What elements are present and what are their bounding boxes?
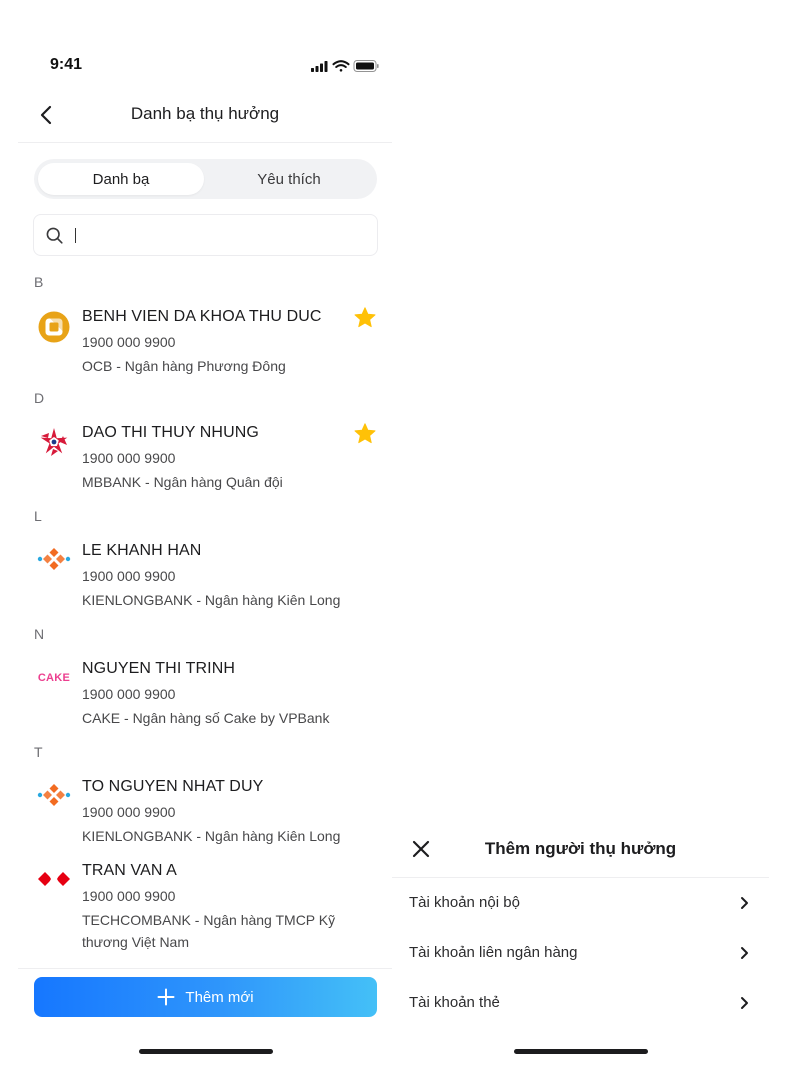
tab-contacts[interactable]: Danh bạ [38,163,204,195]
search-input[interactable] [72,221,362,249]
option-label: Tài khoản nội bộ [409,894,520,911]
section-header-b: B [34,274,44,290]
contact-item[interactable]: TRAN VAN A 1900 000 9900 TECHCOMBANK - N… [34,862,379,956]
contact-bank: TECHCOMBANK - Ngân hàng TMCP Kỹ thương V… [82,912,336,950]
home-indicator [514,1049,648,1054]
contact-bank: OCB - Ngân hàng Phương Đông [82,358,286,374]
contact-bank: KIENLONGBANK - Ngân hàng Kiên Long [82,828,341,844]
battery-icon [353,60,379,72]
contact-name: NGUYEN THI TRINH [82,660,236,677]
option-label: Tài khoản liên ngân hàng [409,944,578,961]
status-icons [311,60,379,72]
favorite-star-icon[interactable] [353,306,377,330]
option-internal-account[interactable]: Tài khoản nội bộ [392,878,769,928]
contact-item[interactable]: TO NGUYEN NHAT DUY 1900 000 9900 KIENLON… [34,778,379,848]
signal-icon [311,61,328,72]
chevron-right-icon [741,997,748,1009]
header-divider [18,142,392,143]
contact-phone: 1900 000 9900 [82,888,176,904]
option-interbank-account[interactable]: Tài khoản liên ngân hàng [392,928,769,978]
add-new-button[interactable]: Thêm mới [34,977,377,1017]
page-title: Danh bạ thụ hưởng [130,104,280,123]
contact-phone: 1900 000 9900 [82,334,176,350]
wifi-icon [332,60,350,72]
contact-phone: 1900 000 9900 [82,450,176,466]
home-indicator [139,1049,273,1054]
contact-phone: 1900 000 9900 [82,686,176,702]
techcombank-logo-icon [38,872,70,886]
tab-favorites[interactable]: Yêu thích [206,163,372,195]
option-label: Tài khoản thẻ [409,994,500,1011]
section-header-t: T [34,744,43,760]
contact-phone: 1900 000 9900 [82,568,176,584]
kienlongbank-logo-icon [37,784,71,806]
section-header-n: N [34,626,45,642]
mbbank-logo-icon [40,428,68,456]
segmented-control: Danh bạ Yêu thích [34,159,377,199]
contact-item[interactable]: CAKE NGUYEN THI TRINH 1900 000 9900 CAKE… [34,660,379,730]
add-new-label: Thêm mới [185,988,254,1006]
contact-name: LE KHANH HAN [82,542,202,559]
chevron-right-icon [741,947,748,959]
contact-name: DAO THI THUY NHUNG [82,424,259,441]
favorite-star-icon[interactable] [353,422,377,446]
kienlongbank-logo-icon [37,548,71,570]
contact-name: BENH VIEN DA KHOA THU DUC [82,308,322,325]
contact-item[interactable]: BENH VIEN DA KHOA THU DUC 1900 000 9900 … [34,306,379,378]
chevron-right-icon [741,897,748,909]
section-header-d: D [34,390,45,406]
contact-bank: KIENLONGBANK - Ngân hàng Kiên Long [82,592,341,608]
contact-phone: 1900 000 9900 [82,804,176,820]
text-cursor [75,228,76,243]
ocb-logo-icon [38,311,70,343]
contact-bank: MBBANK - Ngân hàng Quân đội [82,474,283,490]
contact-bank: CAKE - Ngân hàng số Cake by VPBank [82,710,330,726]
option-card-account[interactable]: Tài khoản thẻ [392,978,769,1028]
sheet-title: Thêm người thụ hưởng [484,839,677,858]
contact-item[interactable]: LE KHANH HAN 1900 000 9900 KIENLONGBANK … [34,542,379,612]
contact-item[interactable]: DAO THI THUY NHUNG 1900 000 9900 MBBANK … [34,422,379,494]
search-icon [46,227,63,244]
footer-divider [18,968,392,969]
cake-logo-text: CAKE [38,672,70,684]
plus-icon [157,988,175,1006]
contact-name: TRAN VAN A [82,862,177,879]
status-time: 9:41 [50,56,83,73]
contact-name: TO NGUYEN NHAT DUY [82,778,264,795]
search-box [33,214,378,256]
cake-logo-icon: CAKE [38,672,70,684]
section-header-l: L [34,508,42,524]
